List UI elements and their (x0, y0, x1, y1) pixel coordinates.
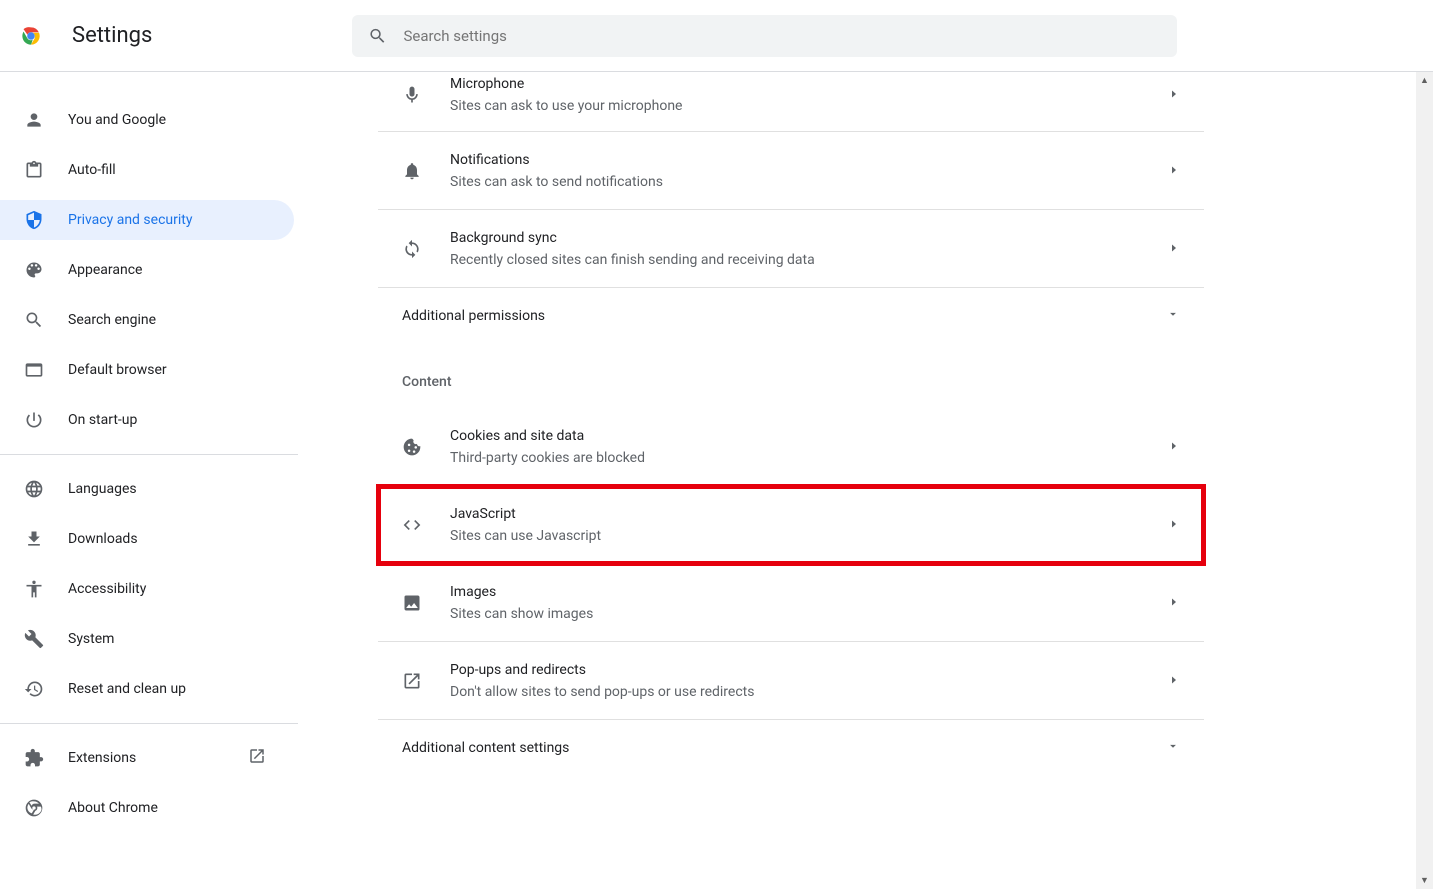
row-title: Cookies and site data (450, 425, 1168, 447)
sidebar-item-label: Downloads (68, 531, 138, 547)
power-icon (24, 410, 44, 430)
row-title: Microphone (450, 73, 1168, 95)
bell-icon (402, 161, 422, 181)
sidebar-item-label: Languages (68, 481, 137, 497)
image-icon (402, 593, 422, 613)
chevron-right-icon (1168, 593, 1180, 612)
search-input[interactable] (403, 27, 1161, 45)
cookie-icon (402, 437, 422, 457)
chevron-right-icon (1168, 85, 1180, 104)
sidebar-item-label: Privacy and security (68, 212, 192, 228)
sidebar-item-label: Auto-fill (68, 162, 116, 178)
accessibility-icon (24, 579, 44, 599)
scroll-down-icon[interactable]: ▼ (1416, 872, 1433, 889)
search-icon (24, 310, 44, 330)
search-icon (368, 26, 387, 46)
mic-icon (402, 85, 422, 105)
row-title: Pop-ups and redirects (450, 659, 1168, 681)
chevron-right-icon (1168, 239, 1180, 258)
sidebar-item-label: Appearance (68, 262, 142, 278)
main-content: Microphone Sites can ask to use your mic… (300, 72, 1433, 889)
divider (0, 723, 298, 724)
row-subtitle: Sites can ask to use your microphone (450, 95, 1168, 117)
sidebar-item-label: Search engine (68, 312, 156, 328)
sidebar-item-system[interactable]: System (0, 619, 294, 659)
row-title: Images (450, 581, 1168, 603)
sidebar: You and Google Auto-fill Privacy and sec… (0, 72, 300, 889)
chevron-down-icon (1166, 739, 1180, 757)
sidebar-item-extensions[interactable]: Extensions (0, 738, 294, 778)
row-javascript[interactable]: JavaScript Sites can use Javascript (378, 486, 1204, 564)
row-microphone[interactable]: Microphone Sites can ask to use your mic… (378, 72, 1204, 132)
sidebar-item-label: On start-up (68, 412, 137, 428)
sidebar-item-on-startup[interactable]: On start-up (0, 400, 294, 440)
sidebar-item-label: Extensions (68, 750, 136, 766)
settings-panel: Microphone Sites can ask to use your mic… (378, 72, 1204, 889)
chrome-outline-icon (24, 798, 44, 818)
sidebar-item-reset[interactable]: Reset and clean up (0, 669, 294, 709)
person-icon (24, 110, 44, 130)
row-title: Notifications (450, 149, 1168, 171)
row-images[interactable]: Images Sites can show images (378, 564, 1204, 642)
chevron-right-icon (1168, 437, 1180, 456)
row-subtitle: Sites can ask to send notifications (450, 171, 1168, 193)
extension-icon (24, 748, 44, 768)
content-section-label: Content (378, 344, 1204, 408)
page-title: Settings (72, 23, 152, 48)
row-subtitle: Don't allow sites to send pop-ups or use… (450, 681, 1168, 703)
sidebar-item-autofill[interactable]: Auto-fill (0, 150, 294, 190)
chevron-right-icon (1168, 161, 1180, 180)
row-title: Background sync (450, 227, 1168, 249)
row-title: JavaScript (450, 503, 1168, 525)
sidebar-item-downloads[interactable]: Downloads (0, 519, 294, 559)
scroll-up-icon[interactable]: ▲ (1416, 72, 1433, 89)
additional-content-toggle[interactable]: Additional content settings (378, 720, 1204, 776)
restore-icon (24, 679, 44, 699)
scrollbar[interactable]: ▲ ▼ (1416, 72, 1433, 889)
download-icon (24, 529, 44, 549)
row-background-sync[interactable]: Background sync Recently closed sites ca… (378, 210, 1204, 288)
wrench-icon (24, 629, 44, 649)
sidebar-item-label: Accessibility (68, 581, 146, 597)
globe-icon (24, 479, 44, 499)
row-popups[interactable]: Pop-ups and redirects Don't allow sites … (378, 642, 1204, 720)
sidebar-item-label: About Chrome (68, 800, 158, 816)
header: Settings (0, 0, 1433, 72)
sidebar-item-about-chrome[interactable]: About Chrome (0, 788, 294, 828)
clipboard-icon (24, 160, 44, 180)
chevron-right-icon (1168, 515, 1180, 534)
palette-icon (24, 260, 44, 280)
browser-icon (24, 360, 44, 380)
sidebar-item-accessibility[interactable]: Accessibility (0, 569, 294, 609)
sidebar-item-appearance[interactable]: Appearance (0, 250, 294, 290)
row-subtitle: Third-party cookies are blocked (450, 447, 1168, 469)
sidebar-item-privacy-security[interactable]: Privacy and security (0, 200, 294, 240)
sidebar-item-label: Default browser (68, 362, 167, 378)
row-subtitle: Recently closed sites can finish sending… (450, 249, 1168, 271)
divider (0, 454, 298, 455)
expand-label: Additional content settings (402, 740, 569, 756)
open-external-icon (248, 747, 266, 769)
sidebar-item-languages[interactable]: Languages (0, 469, 294, 509)
sidebar-item-label: You and Google (68, 112, 166, 128)
shield-icon (24, 210, 44, 230)
sidebar-item-label: System (68, 631, 114, 647)
sidebar-item-you-and-google[interactable]: You and Google (0, 100, 294, 140)
sidebar-item-label: Reset and clean up (68, 681, 186, 697)
code-icon (402, 515, 422, 535)
sidebar-item-search-engine[interactable]: Search engine (0, 300, 294, 340)
chevron-right-icon (1168, 671, 1180, 690)
row-cookies[interactable]: Cookies and site data Third-party cookie… (378, 408, 1204, 486)
chrome-logo-icon (18, 23, 44, 49)
sync-icon (402, 239, 422, 259)
launch-icon (402, 671, 422, 691)
sidebar-item-default-browser[interactable]: Default browser (0, 350, 294, 390)
row-subtitle: Sites can show images (450, 603, 1168, 625)
additional-permissions-toggle[interactable]: Additional permissions (378, 288, 1204, 344)
row-subtitle: Sites can use Javascript (450, 525, 1168, 547)
chevron-down-icon (1166, 307, 1180, 325)
search-settings[interactable] (352, 15, 1177, 57)
row-notifications[interactable]: Notifications Sites can ask to send noti… (378, 132, 1204, 210)
expand-label: Additional permissions (402, 308, 545, 324)
